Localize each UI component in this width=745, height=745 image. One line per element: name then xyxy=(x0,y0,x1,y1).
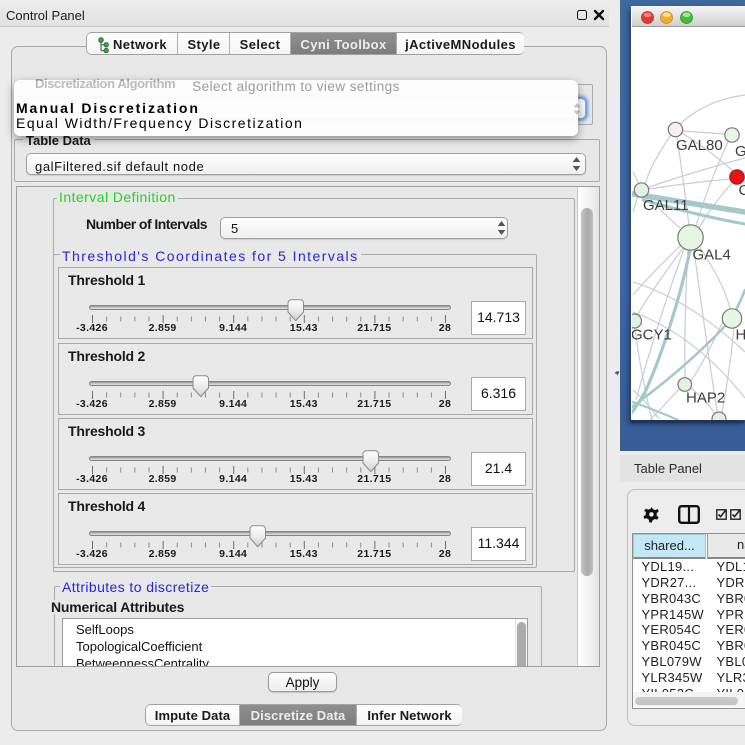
svg-text:GAL4: GAL4 xyxy=(693,247,731,264)
svg-text:GAL11: GAL11 xyxy=(643,197,689,214)
svg-text:GA: GA xyxy=(735,143,745,160)
svg-text:HAP2: HAP2 xyxy=(686,390,725,407)
svg-text:HA: HA xyxy=(736,327,745,344)
svg-text:GCY1: GCY1 xyxy=(632,327,672,344)
svg-text:CM: CM xyxy=(739,182,745,199)
svg-text:GAL80: GAL80 xyxy=(676,137,723,154)
